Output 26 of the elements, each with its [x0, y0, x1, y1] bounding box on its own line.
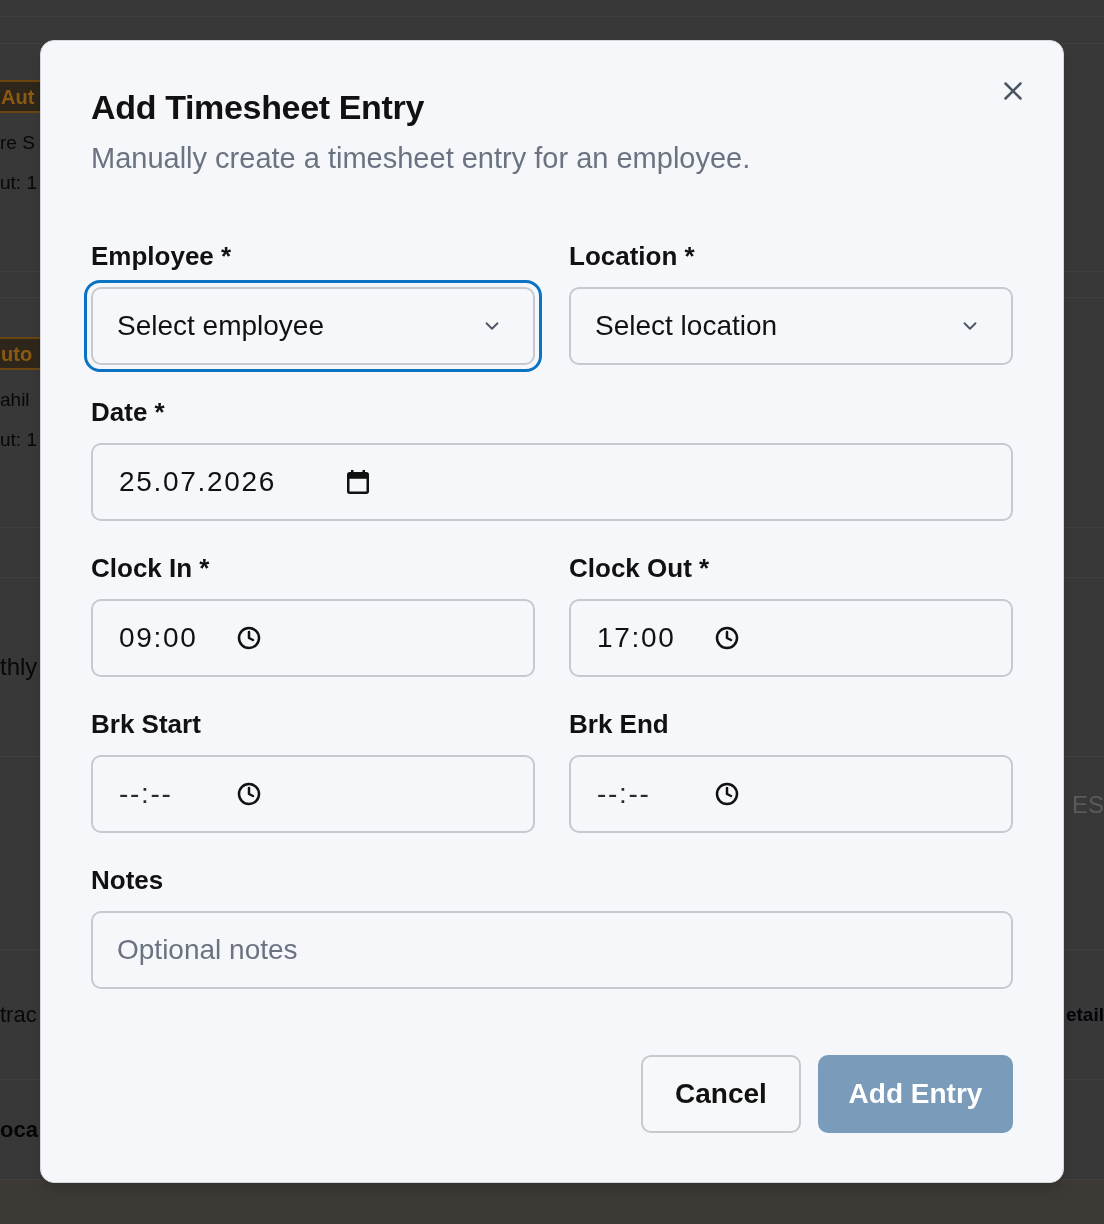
select-dropdown[interactable]: Select location: [569, 287, 1013, 365]
field-label: Clock In *: [91, 553, 210, 583]
clock-icon: [237, 626, 261, 650]
cancel-button[interactable]: Cancel: [641, 1055, 801, 1133]
time-input[interactable]: --:--: [569, 755, 1013, 833]
field-label: Clock Out *: [569, 553, 710, 583]
clock-icon: [237, 782, 261, 806]
dialog-description: Manually create a timesheet entry for an employee.: [91, 142, 751, 174]
field-label: Notes: [91, 865, 164, 895]
calendar-icon: [347, 470, 369, 494]
field-label: Brk Start: [91, 709, 201, 739]
field-label: Brk End: [569, 709, 669, 739]
clock-icon: [715, 626, 739, 650]
status-badge: Aut: [0, 80, 40, 113]
text-input[interactable]: Optional notes: [91, 911, 1013, 989]
select-dropdown[interactable]: Select employee: [84, 280, 542, 372]
time-input[interactable]: 17:00: [569, 599, 1013, 677]
time-input[interactable]: --:--: [91, 755, 535, 833]
dialog-title: Add Timesheet Entry: [91, 87, 424, 127]
field-label: Location *: [569, 241, 695, 271]
field-label: Employee *: [91, 241, 232, 271]
time-input[interactable]: 09:00: [91, 599, 535, 677]
field-label: Date *: [91, 397, 165, 427]
date-input[interactable]: 25.07.2026: [91, 443, 1013, 521]
clock-icon: [715, 782, 739, 806]
status-badge: uto: [0, 337, 40, 370]
